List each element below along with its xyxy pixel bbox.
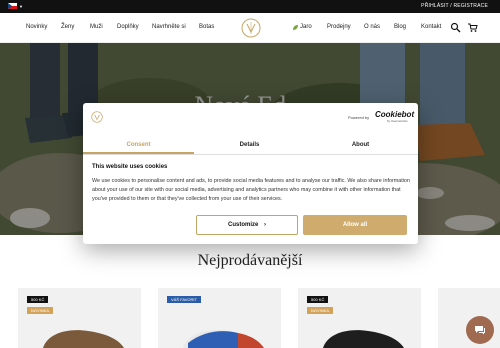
discount-badge: 500 KČ [27,296,49,303]
chat-icon [475,326,485,335]
brand-logo[interactable] [241,18,261,38]
czech-flag-icon [8,3,17,9]
cookie-consent-dialog: Powered by Cookiebot by Usercentrics Con… [83,103,418,244]
customize-label: Customize [227,222,259,228]
login-register-link[interactable]: PŘIHLÁSIT / REGISTRACE [421,3,488,9]
tab-consent[interactable]: Consent [83,142,194,148]
cookiebot-sub-label: by Usercentrics [387,119,408,123]
brand-logo [91,111,103,123]
nav-muzi[interactable]: Muži [90,24,103,30]
tab-details[interactable]: Details [194,142,305,148]
search-icon[interactable] [450,22,461,33]
product-card[interactable]: 500 KČ NOVINKA [18,288,141,348]
powered-by-label: Powered by [348,115,370,120]
main-navigation: Novinky Ženy Muži Doplňky Navrhněte si B… [0,13,500,43]
new-badge: NOVINKA [27,307,54,314]
dialog-body: We use cookies to personalise content an… [92,178,410,202]
product-image [43,330,124,348]
discount-badge: 500 KČ [307,296,329,303]
nav-kontakt[interactable]: Kontakt [421,24,441,30]
dialog-heading: This website uses cookies [92,164,168,170]
customize-button[interactable]: Customize › [196,215,298,235]
active-tab-indicator [83,152,194,154]
top-bar: ▼ PŘIHLÁSIT / REGISTRACE [0,0,500,13]
product-image [323,330,404,348]
chevron-down-icon: ▼ [19,3,23,9]
nav-blog[interactable]: Blog [394,24,406,30]
favorite-badge: VÁŠ FAVORIT [167,296,201,303]
tab-about[interactable]: About [305,142,416,148]
nav-novinky[interactable]: Novinky [26,24,47,30]
cart-icon[interactable] [467,22,478,33]
product-image [183,330,264,348]
nav-prodejny[interactable]: Prodejny [327,24,351,30]
cookiebot-logo[interactable]: Cookiebot [375,110,414,119]
language-selector[interactable]: ▼ [8,3,23,9]
nav-jaro[interactable]: Jaro [300,24,312,30]
nav-o-nas[interactable]: O nás [364,24,380,30]
product-card[interactable]: VÁŠ FAVORIT [158,288,281,348]
nav-navrhnete-si[interactable]: Navrhněte si [152,24,186,30]
allow-all-button[interactable]: Allow all [303,215,407,235]
nav-zeny[interactable]: Ženy [61,24,74,30]
product-card[interactable]: 500 KČ NOVINKA [298,288,421,348]
nav-doplnky[interactable]: Doplňky [117,24,139,30]
bestsellers-heading: Nejprodávanější [197,252,303,269]
leaf-icon [293,25,298,30]
chat-button[interactable] [466,316,494,344]
chevron-right-icon: › [264,222,266,228]
nav-botas[interactable]: Botas [199,24,214,30]
new-badge: NOVINKA [307,307,334,314]
